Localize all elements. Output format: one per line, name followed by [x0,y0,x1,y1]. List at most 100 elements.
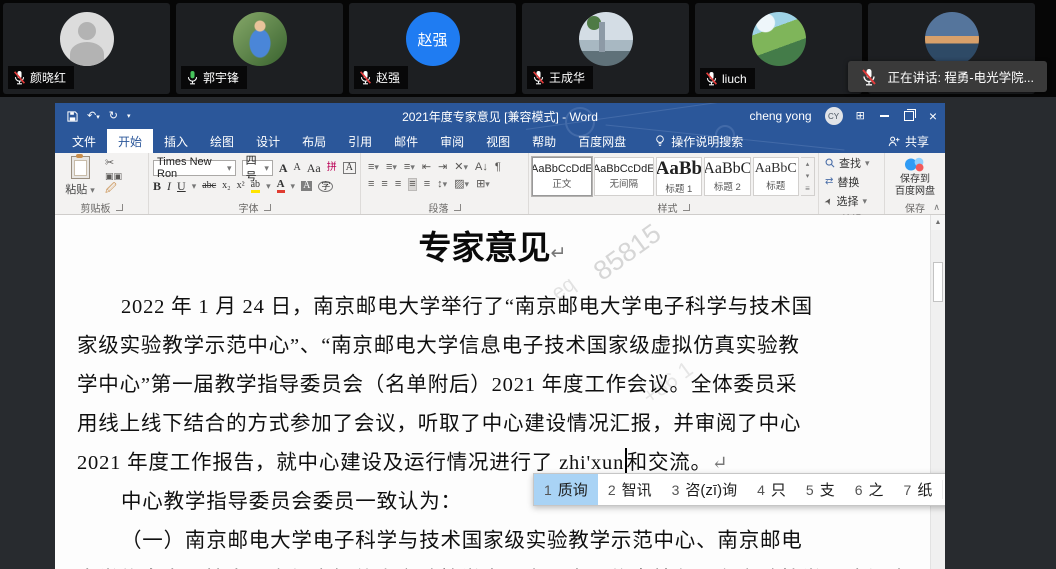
mic-on-icon [186,70,199,85]
style-heading2[interactable]: AaBbC 标题 2 [704,157,750,196]
save-to-baidu-button[interactable]: 保存到 百度网盘 [889,156,941,198]
char-border-button[interactable]: A [343,162,356,174]
tab-file[interactable]: 文件 [61,129,107,153]
tab-design[interactable]: 设计 [245,129,291,153]
select-button[interactable]: ➤ 选择▾ [825,193,870,209]
tab-references[interactable]: 引用 [337,129,383,153]
highlight-color-button[interactable]: ab [251,180,260,193]
account-avatar[interactable]: CY [825,107,843,125]
shrink-font-button[interactable]: A [294,163,301,173]
document-line: 学中心”第一届教学指导委员会（名单附后）2021 年度工作会议。全体委员采 [77,366,915,405]
borders-icon[interactable]: ⊞▾ [476,179,490,190]
ime-candidate-4[interactable]: 4只 [747,474,796,505]
scroll-up-arrow-icon[interactable]: ▲ [931,215,945,230]
asian-layout-icon[interactable]: ✕▾ [454,162,468,173]
tab-help[interactable]: 帮助 [521,129,567,153]
tab-baidu-netdisk[interactable]: 百度网盘 [567,129,637,153]
tab-layout[interactable]: 布局 [291,129,337,153]
video-tile[interactable]: liuch [695,3,862,94]
bullet-list-icon[interactable]: ≡▾ [368,162,379,173]
format-painter-icon[interactable]: 🖉 [105,184,122,195]
ime-prev-page-icon[interactable]: ‹ [943,481,945,498]
minimize-button[interactable] [880,115,889,117]
video-tile[interactable]: 郭宇锋 [176,3,343,94]
distribute-icon[interactable]: ≡ [424,179,430,190]
video-tile[interactable]: 赵强 赵强 [349,3,516,94]
ime-candidate-2[interactable]: 2智讯 [598,474,662,505]
style-no-spacing[interactable]: AaBbCcDdE 无间隔 [594,157,654,196]
account-name[interactable]: cheng yong [750,109,812,123]
video-tile[interactable]: 王成华 [522,3,689,94]
document-canvas[interactable]: 85815 eq +86 1 专家意见↵ 2022 年 1 月 24 日，南京邮… [55,215,945,569]
collapse-ribbon-icon[interactable]: ∧ [933,202,940,213]
subscript-button[interactable]: x₂ [222,181,231,191]
strikethrough-button[interactable]: abc [202,181,216,191]
save-icon[interactable] [67,111,78,122]
scrollbar-thumb[interactable] [933,262,943,302]
italic-button[interactable]: I [167,180,171,192]
enclose-characters-button[interactable]: 字 [318,181,333,192]
ime-candidate-7[interactable]: 7纸 [894,474,943,505]
qat-customize-icon[interactable]: ▾ [127,113,131,120]
tab-draw[interactable]: 绘图 [199,129,245,153]
tell-me-search[interactable]: 操作说明搜索 [645,129,753,153]
ime-candidate-5[interactable]: 5支 [796,474,845,505]
paragraph-dialog-launcher[interactable] [454,204,461,211]
find-button[interactable]: 查找▾ [825,155,870,171]
ime-candidate-3[interactable]: 3咨(zī)询 [662,474,747,505]
cut-icon[interactable]: ✂ [105,158,122,169]
video-tile[interactable]: 颜晓红 [3,3,170,94]
tab-home[interactable]: 开始 [107,129,153,153]
font-size-combo[interactable]: 四号▾ [242,160,273,176]
decrease-indent-icon[interactable]: ⇤ [422,162,431,173]
phonetic-guide-button[interactable]: 拼 [327,163,337,173]
tab-review[interactable]: 审阅 [429,129,475,153]
styles-dialog-launcher[interactable] [683,204,690,211]
char-shading-button[interactable]: A [301,181,312,191]
increase-indent-icon[interactable]: ⇥ [438,162,447,173]
undo-icon[interactable]: ↶▾ [87,111,100,122]
document-line-clipped: 大学信息电子技术国家级虚拟仿真实验教学中心立足电子信息特色，在实验教学、队伍建设 [77,561,915,569]
restore-button[interactable] [904,111,914,121]
style-normal[interactable]: AaBbCcDdE 正文 [532,157,592,196]
sort-icon[interactable]: A↓ [475,162,488,173]
font-color-button[interactable]: A [277,179,285,193]
style-heading[interactable]: AaBbC 标题 [753,157,799,196]
tab-mailings[interactable]: 邮件 [383,129,429,153]
font-group-label: 字体 [239,200,259,215]
replace-button[interactable]: ⇄ 替换 [825,174,870,190]
font-name-combo[interactable]: Times New Ron▾ [153,160,236,176]
clipboard-dialog-launcher[interactable] [116,204,123,211]
multilevel-list-icon[interactable]: ≡▾ [404,162,415,173]
align-center-icon[interactable]: ≡ [381,179,387,190]
styles-gallery-scroll[interactable]: ▴▾≡ [801,157,815,196]
ime-candidate-6[interactable]: 6之 [845,474,894,505]
tab-insert[interactable]: 插入 [153,129,199,153]
superscript-button[interactable]: x² [237,181,245,191]
numbered-list-icon[interactable]: ≡▾ [386,162,397,173]
show-marks-icon[interactable]: ¶ [495,162,501,173]
paste-button[interactable]: 粘贴 ▾ [59,156,101,197]
tab-view[interactable]: 视图 [475,129,521,153]
vertical-scrollbar[interactable]: ▲ [930,215,945,569]
shading-icon[interactable]: ▨▾ [454,179,469,190]
clipboard-group: 粘贴 ▾ ✂ ▣▣ 🖉 剪贴板 [55,153,149,214]
styles-group: AaBbCcDdE 正文 AaBbCcDdE 无间隔 AaBb 标题 1 A [529,153,819,214]
underline-button[interactable]: U [177,180,186,192]
justify-icon[interactable]: ≡ [408,178,416,191]
align-right-icon[interactable]: ≡ [395,179,401,190]
bold-button[interactable]: B [153,180,161,192]
close-button[interactable]: × [929,108,937,124]
line-spacing-icon[interactable]: ↕▾ [437,179,447,190]
share-button[interactable]: 共享 [888,129,945,153]
copy-icon[interactable]: ▣▣ [105,172,122,181]
align-left-icon[interactable]: ≡ [368,179,374,190]
paragraph-mark: ↵ [551,243,567,264]
font-dialog-launcher[interactable] [264,204,271,211]
change-case-button[interactable]: Aa [307,162,321,174]
ribbon-display-options-icon[interactable]: ⊞ [856,111,865,122]
ime-candidate-1[interactable]: 1质询 [534,474,598,505]
style-heading1[interactable]: AaBb 标题 1 [656,157,702,196]
grow-font-button[interactable]: A [279,162,288,174]
redo-icon[interactable]: ↻ [109,111,118,122]
